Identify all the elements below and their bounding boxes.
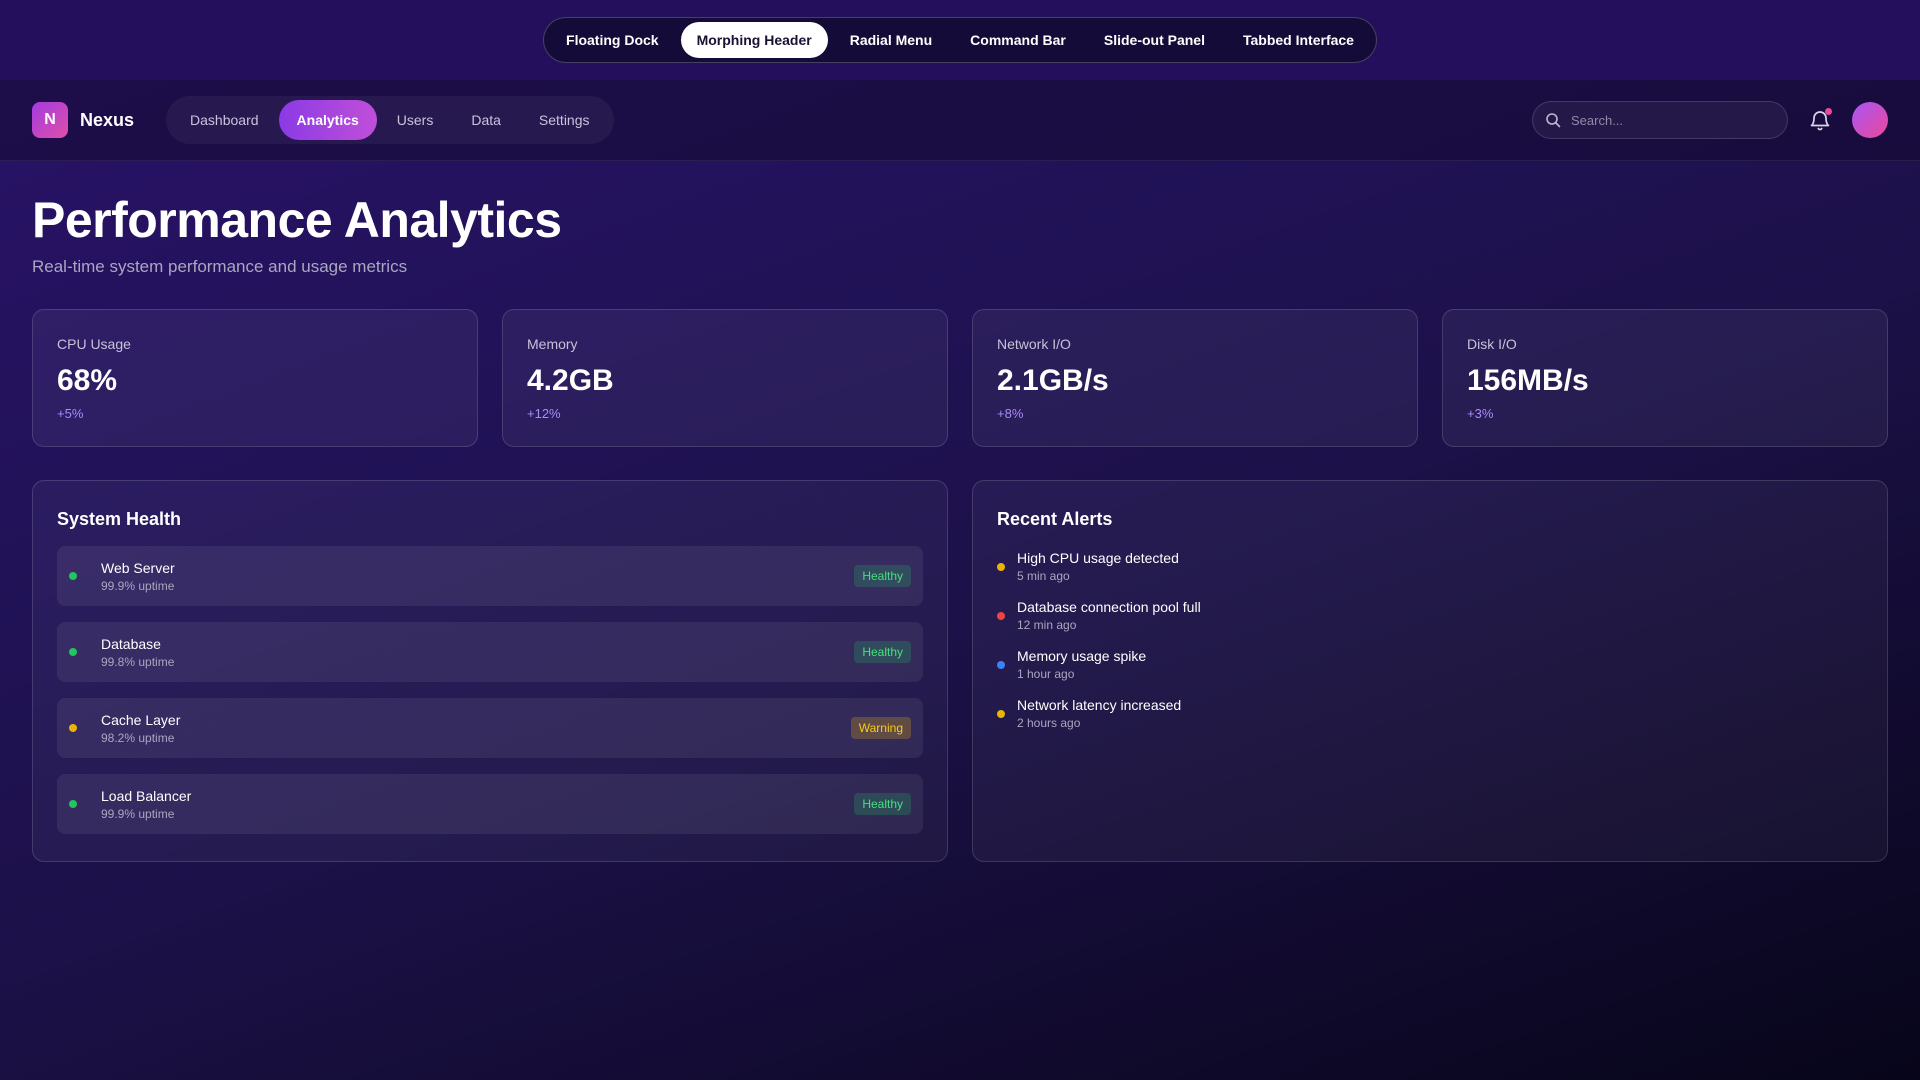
alert-dot (997, 709, 1005, 718)
alert-item[interactable]: Memory usage spike 1 hour ago (997, 648, 1863, 681)
avatar[interactable] (1852, 102, 1888, 138)
alert-dot (997, 660, 1005, 669)
metric-value: 68% (57, 364, 118, 397)
variant-switcher: Floating Dock Morphing Header Radial Men… (543, 17, 1377, 63)
switcher-tabbed-interface[interactable]: Tabbed Interface (1227, 22, 1370, 58)
app-header: N Nexus Dashboard Analytics Users Data S… (0, 80, 1920, 161)
status-dot (69, 648, 77, 656)
service-uptime: 99.9% uptime (101, 578, 175, 593)
health-list: Web Server 99.9% uptime Healthy Database… (57, 546, 923, 834)
panels-row: System Health Web Server 99.9% uptime He… (32, 480, 1888, 862)
status-badge: Healthy (854, 641, 911, 663)
search-input[interactable] (1571, 112, 1775, 128)
switcher-floating-dock[interactable]: Floating Dock (550, 22, 675, 58)
status-badge: Warning (850, 717, 911, 739)
metric-card-memory: Memory 4.2GB +12% (502, 309, 948, 447)
service-name: Cache Layer (101, 711, 181, 728)
panel-title: System Health (57, 509, 182, 529)
metric-value: 156MB/s (1467, 364, 1589, 397)
logo: N (32, 102, 68, 138)
page-title: Performance Analytics (32, 192, 562, 248)
search-icon (1545, 112, 1561, 128)
variant-switcher-bar: Floating Dock Morphing Header Radial Men… (0, 0, 1920, 80)
metric-label: Memory (527, 336, 578, 352)
status-dot (69, 800, 77, 808)
logo-letter: N (44, 111, 56, 128)
metric-change: +3% (1467, 406, 1494, 421)
metric-card-cpu: CPU Usage 68% +5% (32, 309, 478, 447)
metric-card-network: Network I/O 2.1GB/s +8% (972, 309, 1418, 447)
notifications-button[interactable] (1808, 108, 1832, 132)
nav-item-data[interactable]: Data (453, 100, 519, 140)
alert-title: Network latency increased (1017, 697, 1182, 713)
status-badge: Healthy (854, 793, 911, 815)
metric-card-disk: Disk I/O 156MB/s +3% (1442, 309, 1888, 447)
system-health-panel: System Health Web Server 99.9% uptime He… (32, 480, 948, 862)
alert-time: 2 hours ago (1017, 716, 1081, 730)
recent-alerts-panel: Recent Alerts High CPU usage detected 5 … (972, 480, 1888, 862)
nav-item-dashboard[interactable]: Dashboard (172, 100, 277, 140)
main-content: Performance Analytics Real-time system p… (0, 191, 1920, 862)
metric-label: CPU Usage (57, 336, 131, 352)
alert-time: 5 min ago (1017, 569, 1070, 583)
page-subtitle: Real-time system performance and usage m… (32, 257, 408, 276)
alert-title: Memory usage spike (1017, 648, 1147, 664)
service-uptime: 98.2% uptime (101, 730, 175, 745)
service-name: Database (101, 635, 161, 652)
nav-item-users[interactable]: Users (379, 100, 452, 140)
alert-item[interactable]: Network latency increased 2 hours ago (997, 697, 1863, 730)
switcher-radial-menu[interactable]: Radial Menu (834, 22, 948, 58)
alert-time: 1 hour ago (1017, 667, 1075, 681)
alert-list: High CPU usage detected 5 min ago Databa… (997, 550, 1863, 730)
service-uptime: 99.8% uptime (101, 654, 175, 669)
metric-label: Network I/O (997, 336, 1071, 352)
health-item-web-server[interactable]: Web Server 99.9% uptime Healthy (57, 546, 923, 606)
panel-title: Recent Alerts (997, 509, 1113, 529)
health-item-database[interactable]: Database 99.8% uptime Healthy (57, 622, 923, 682)
alert-dot (997, 562, 1005, 571)
metric-value: 2.1GB/s (997, 364, 1109, 397)
alert-item[interactable]: Database connection pool full 12 min ago (997, 599, 1863, 632)
nav-item-settings[interactable]: Settings (521, 100, 608, 140)
switcher-command-bar[interactable]: Command Bar (954, 22, 1082, 58)
status-dot (69, 724, 77, 732)
metric-value: 4.2GB (527, 364, 614, 397)
nav-item-analytics[interactable]: Analytics (278, 100, 377, 140)
status-dot (69, 572, 77, 580)
brand-name: Nexus (80, 109, 135, 130)
metric-change: +12% (527, 406, 561, 421)
alert-item[interactable]: High CPU usage detected 5 min ago (997, 550, 1863, 583)
main-nav: Dashboard Analytics Users Data Settings (166, 96, 614, 144)
service-name: Load Balancer (101, 787, 192, 804)
service-uptime: 99.9% uptime (101, 806, 175, 821)
alert-title: Database connection pool full (1017, 599, 1201, 615)
notification-dot (1825, 108, 1832, 115)
alert-dot (997, 611, 1005, 620)
header-actions (1532, 101, 1888, 139)
alert-time: 12 min ago (1017, 618, 1077, 632)
service-name: Web Server (101, 559, 175, 576)
status-badge: Healthy (854, 565, 911, 587)
search-box[interactable] (1532, 101, 1788, 139)
metric-change: +8% (997, 406, 1024, 421)
alert-title: High CPU usage detected (1017, 550, 1179, 566)
metric-change: +5% (57, 406, 84, 421)
metric-label: Disk I/O (1467, 336, 1517, 352)
switcher-slide-out-panel[interactable]: Slide-out Panel (1088, 22, 1221, 58)
switcher-morphing-header[interactable]: Morphing Header (680, 22, 828, 58)
health-item-load-balancer[interactable]: Load Balancer 99.9% uptime Healthy (57, 774, 923, 834)
health-item-cache-layer[interactable]: Cache Layer 98.2% uptime Warning (57, 698, 923, 758)
brand[interactable]: N Nexus (32, 102, 134, 138)
metrics-row: CPU Usage 68% +5% Memory 4.2GB +12% Netw… (32, 309, 1888, 447)
